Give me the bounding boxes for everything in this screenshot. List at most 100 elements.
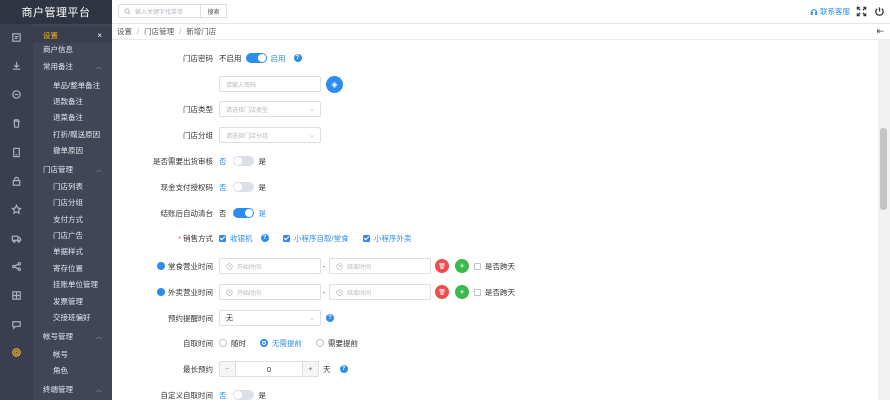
add-icon[interactable]: + [455,259,469,273]
sidebar-item[interactable]: 退款备注 [33,93,112,109]
delete-icon[interactable]: 🗑 [435,285,449,299]
clock-icon [226,262,233,270]
sales-mode-checkbox[interactable] [283,234,290,242]
delivery-start-time-input[interactable]: 开始时间 [219,284,321,300]
sidebar-item[interactable]: 门店分组 [33,194,112,210]
menu-search-input[interactable]: 输入关键字找菜单 [118,4,202,18]
comment-icon[interactable] [8,316,25,333]
sidebar-group[interactable]: 终端管理 ︿ [33,381,112,397]
cross-day-checkbox[interactable] [474,262,481,270]
store-group-select[interactable]: 请选择门店分组 ⌄ [219,127,321,143]
sidebar-header-label: 设置 [43,30,58,40]
sidebar-item[interactable]: 单据样式 [33,243,112,259]
stepper-minus-button[interactable]: − [220,362,236,376]
book-icon[interactable] [8,144,25,161]
breadcrumb-item[interactable]: 门店管理 [144,26,174,37]
power-icon[interactable] [874,6,885,17]
close-icon[interactable]: × [97,31,102,40]
truck-icon[interactable] [8,230,25,247]
help-icon[interactable]: ? [157,288,165,296]
sidebar-item[interactable]: 挂账单位管理 [33,276,112,292]
sidebar-item[interactable]: 撤单原因 [33,142,112,158]
toggle-yes-text: 是 [258,208,267,218]
fullscreen-icon[interactable] [856,6,867,17]
custom-pickup-toggle[interactable] [232,390,254,400]
sidebar-item[interactable]: 角色 [33,362,112,378]
field-label: 门店密码 [183,53,213,63]
need-review-toggle[interactable] [232,156,254,166]
help-icon[interactable]: ? [326,314,334,322]
password-input[interactable]: 请输入密码 [219,76,321,92]
sidebar-item[interactable]: 帐号 [33,346,112,362]
help-icon[interactable]: ? [260,234,269,242]
pickup-radio[interactable] [219,339,227,347]
share-icon[interactable] [8,258,25,275]
reminder-select[interactable]: 无 ⌄ [219,310,321,326]
store-icon[interactable] [8,287,25,304]
sales-mode-option-label: 收银机 [230,233,253,243]
contact-support-link[interactable]: 联系客服 [810,6,850,17]
cash-auth-toggle[interactable] [232,182,254,192]
delete-icon[interactable]: 🗑 [435,259,449,273]
sidebar-item[interactable]: 发票管理 [33,293,112,309]
sidebar-item[interactable]: 退菜备注 [33,109,112,125]
sidebar-item[interactable]: 门店列表 [33,178,112,194]
stepper-plus-button[interactable]: + [302,362,318,376]
sidebar-item-label: 帐号 [53,349,68,359]
pickup-radio[interactable] [316,339,324,347]
auto-clear-toggle[interactable] [232,208,254,218]
add-icon[interactable]: + [455,285,469,299]
sidebar-item-label: 门店广告 [53,230,83,240]
sidebar-item[interactable]: 单品/整单备注 [33,77,112,93]
eye-icon[interactable]: ◈ [326,76,343,93]
scrollbar[interactable] [878,40,890,400]
delivery-end-time-input[interactable]: 结束时间 [329,284,431,300]
sidebar-group[interactable]: 门店管理 ︿ [33,161,112,177]
settings-icon[interactable] [8,344,25,361]
bag-icon[interactable] [8,86,25,103]
store-type-select[interactable]: 请选择门店类型 ⌄ [219,101,321,117]
help-icon[interactable]: ? [339,365,348,373]
stepper-value[interactable]: 0 [236,365,302,374]
dine-start-time-input[interactable]: 开始时间 [219,258,321,274]
form-row-delivery-hours: ? 外卖营业时间 开始时间 - 结束时间 🗑 + 是否跨天 [112,283,878,301]
chevron-down-icon: ⌄ [309,315,315,322]
trash-icon[interactable] [8,115,25,132]
lock-icon[interactable] [8,173,25,190]
sidebar-group[interactable]: 常用备注 ︿ [33,58,112,74]
pickup-radio[interactable] [260,339,268,347]
sidebar-item[interactable]: 支付方式 [33,211,112,227]
download-icon[interactable] [8,57,25,74]
cross-day-label: 是否跨天 [485,287,515,297]
store-password-toggle[interactable] [245,53,267,63]
doc-icon[interactable] [8,29,25,46]
pickup-option-label: 无需提前 [272,338,302,348]
sidebar-item-label: 发票管理 [53,296,83,306]
star-icon[interactable] [8,201,25,218]
toggle-yes-text: 是 [258,390,267,400]
breadcrumb-item[interactable]: 设置 [117,26,132,37]
toggle-no-text: 否 [219,208,227,218]
sidebar-item[interactable]: 交接班偏好 [33,309,112,325]
pickup-option-label: 需要提前 [328,338,358,348]
help-icon[interactable]: ? [157,262,165,270]
sidebar-group[interactable]: 帐号管理 ︿ [33,328,112,344]
help-icon[interactable]: ? [293,54,302,62]
field-label: 最长预约 [183,364,213,374]
dine-end-time-input[interactable]: 结束时间 [329,258,431,274]
cross-day-checkbox[interactable] [474,288,481,296]
toggle-yes-text: 是 [258,182,267,192]
sidebar-group[interactable]: 商户信息 [33,41,112,57]
max-booking-stepper[interactable]: − 0 + [219,361,319,377]
sidebar-item-label: 门店分组 [53,197,83,207]
sales-mode-checkbox[interactable] [363,234,370,242]
scrollbar-thumb[interactable] [880,128,887,210]
field-label: 门店分组 [183,130,213,140]
sidebar-item[interactable]: 打折/赠送原因 [33,126,112,142]
back-arrow-icon[interactable]: ⇤ [876,26,884,37]
sidebar-item[interactable]: 门店广告 [33,227,112,243]
search-button[interactable]: 搜索 [200,4,227,18]
sales-mode-checkbox[interactable] [219,234,226,242]
sidebar-item[interactable]: 寄存位置 [33,260,112,276]
breadcrumb-item: 新增门店 [186,27,217,36]
